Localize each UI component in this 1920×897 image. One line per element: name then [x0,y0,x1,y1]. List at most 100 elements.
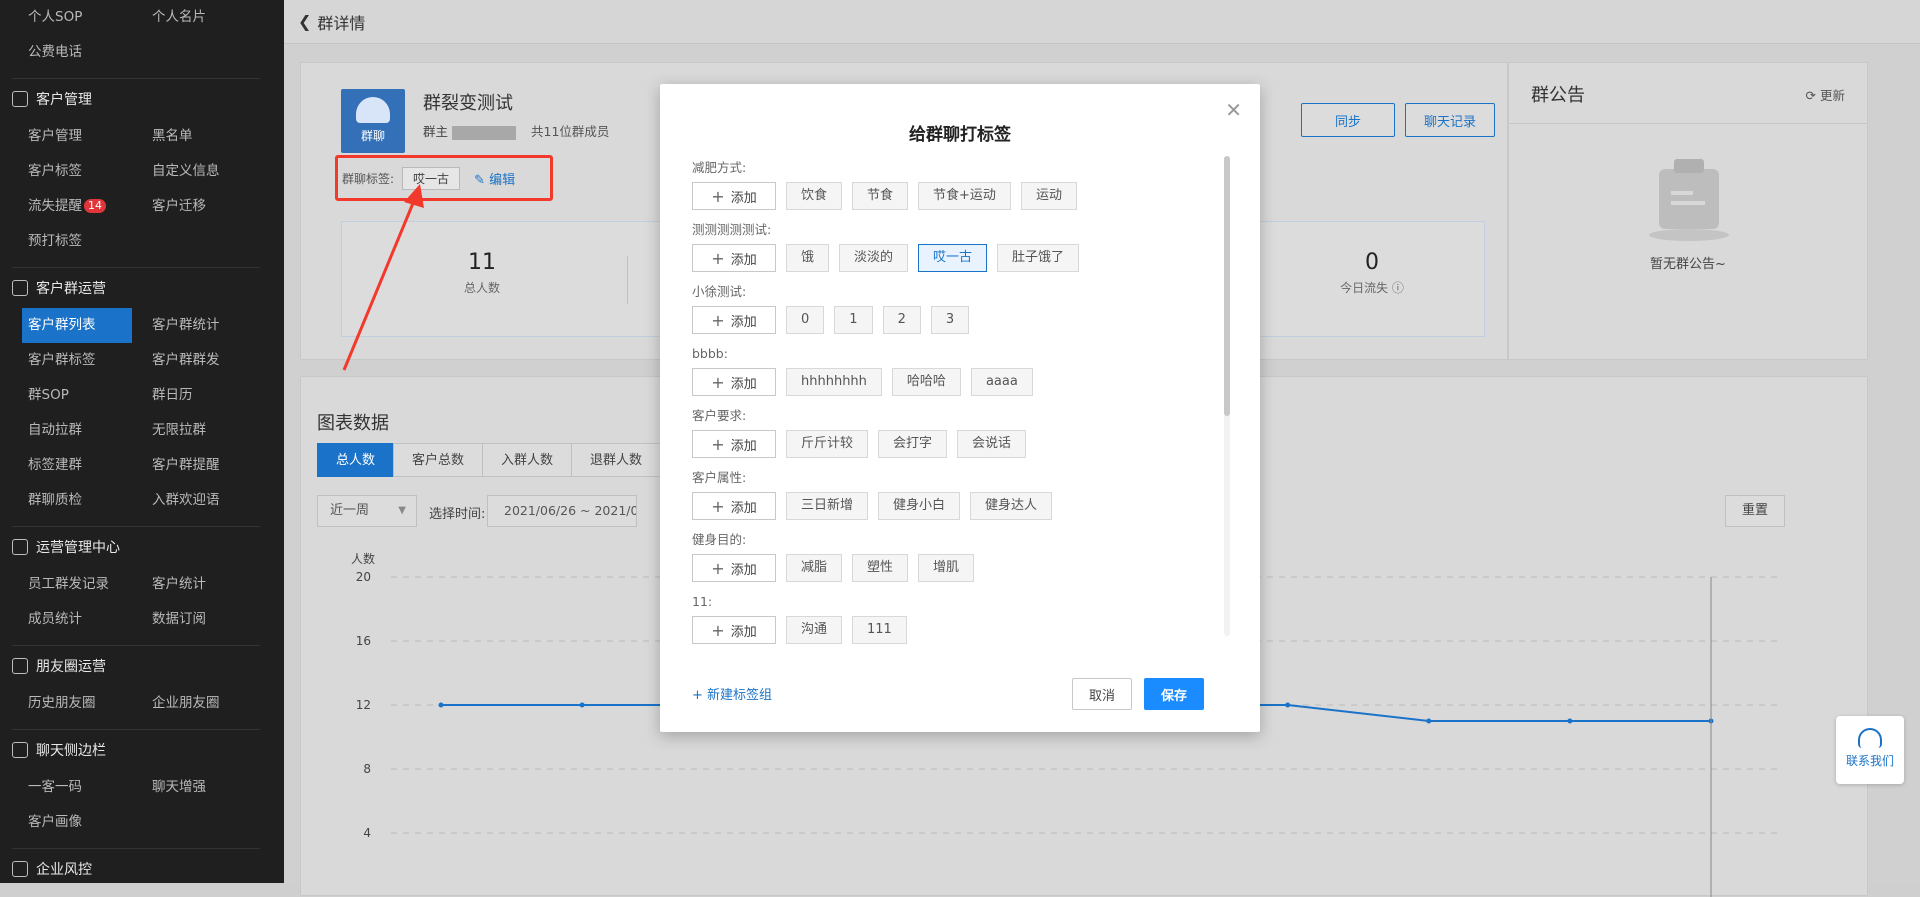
tag-chip[interactable]: 1 [834,306,873,334]
data-point[interactable] [438,702,444,708]
data-point[interactable] [1285,702,1291,708]
sidebar-item[interactable]: 公费电话 [28,35,152,70]
new-tag-group-button[interactable]: + 新建标签组 [692,684,772,703]
sidebar-group-title[interactable]: 客户管理 [0,79,284,119]
add-tag-button[interactable]: + 添加 [692,430,776,458]
sidebar-item[interactable]: 黑名单 [152,119,276,154]
save-button[interactable]: 保存 [1144,678,1204,710]
sidebar-item[interactable]: 自动拉群 [28,413,152,448]
add-tag-button[interactable]: + 添加 [692,492,776,520]
tag-row: + 添加 0 1 2 3 [692,306,1212,334]
sidebar-item[interactable]: 群SOP [28,378,152,413]
sidebar-item[interactable]: 自定义信息 [152,154,276,189]
tag-chip[interactable]: 111 [852,616,907,644]
sidebar-item[interactable]: 群聊质检 [28,483,152,518]
sidebar-group-title[interactable]: 朋友圈运营 [0,646,284,686]
sidebar-item[interactable]: 客户群统计 [152,308,276,343]
edit-tag-button[interactable]: ✎ 编辑 [474,169,515,188]
tag-chip[interactable]: 会说话 [957,430,1027,458]
sidebar-item[interactable]: 客户统计 [152,567,276,602]
sidebar-item[interactable]: 聊天增强 [152,770,276,805]
sidebar-item[interactable]: 客户群标签 [28,343,152,378]
add-tag-button[interactable]: + 添加 [692,368,776,396]
sidebar-item[interactable]: 成员统计 [28,602,152,637]
tag-chip[interactable]: 减脂 [786,554,843,582]
add-tag-button[interactable]: + 添加 [692,244,776,272]
reset-button[interactable]: 重置 [1725,495,1785,527]
tag-chip[interactable]: 哎一古 [918,244,988,272]
tab-left[interactable]: 退群人数 [571,443,662,477]
tag-chip[interactable]: 饮食 [786,182,843,210]
refresh-button[interactable]: ⟳ 更新 [1806,85,1845,104]
sidebar-item[interactable]: 一客一码 [28,770,152,805]
add-tag-button[interactable]: + 添加 [692,616,776,644]
tag-chip[interactable]: 3 [930,306,970,334]
date-range-input[interactable]: 2021/06/26 ~ 2021/0 [487,495,637,527]
sidebar-group-title[interactable]: 客户群运营 [0,268,284,308]
group-tag-row: 群聊标签: 哎一古 ✎ 编辑 [335,155,553,201]
sidebar-item-label: 黑名单 [152,128,193,144]
add-tag-button[interactable]: + 添加 [692,182,776,210]
tag-chip[interactable]: 健身小白 [878,492,961,520]
sidebar-item[interactable]: 个人SOP [28,0,152,35]
sidebar-item[interactable]: 入群欢迎语 [152,483,276,518]
tag-chip[interactable]: 会打字 [878,430,948,458]
sidebar-item[interactable]: 流失提醒 14 [28,189,152,224]
sidebar-item[interactable]: 客户画像 [28,805,152,840]
tag-chip[interactable]: 健身达人 [970,492,1053,520]
data-point[interactable] [1567,718,1573,724]
sidebar-group-title[interactable]: 运营管理中心 [0,527,284,567]
tag-chip[interactable]: 节食+运动 [918,182,1011,210]
sidebar-item[interactable]: 历史朋友圈 [28,686,152,721]
plus-icon: + [711,620,725,640]
range-select[interactable]: 近一周 ▼ [317,495,417,527]
tag-chip[interactable]: 增肌 [918,554,975,582]
data-point[interactable] [1426,718,1432,724]
sync-button[interactable]: 同步 [1301,103,1395,137]
tag-chip[interactable]: 2 [882,306,921,334]
tag-chip[interactable]: 肚子饿了 [997,244,1080,272]
add-tag-button[interactable]: + 添加 [692,306,776,334]
sidebar-item[interactable]: 员工群发记录 [28,567,152,602]
contact-us-button[interactable]: 联系我们 [1836,716,1904,784]
sidebar-item[interactable]: 预打标签 [28,224,152,259]
sidebar-item[interactable]: 客户群列表 [22,308,132,343]
tag-chip[interactable]: 斤斤计较 [786,430,869,458]
sidebar-item[interactable]: 群日历 [152,378,276,413]
sidebar-item[interactable]: 客户标签 [28,154,152,189]
sidebar-item[interactable]: 客户迁移 [152,189,276,224]
data-point[interactable] [579,702,585,708]
sidebar-item[interactable]: 标签建群 [28,448,152,483]
sidebar-item-label: 入群欢迎语 [152,492,220,508]
tag-chip[interactable]: aaaa [970,368,1033,396]
tab-total[interactable]: 总人数 [317,443,395,477]
add-tag-button[interactable]: + 添加 [692,554,776,582]
tag-chip[interactable]: 0 [786,306,825,334]
tag-chip[interactable]: 淡淡的 [839,244,909,272]
tag-chip[interactable]: 塑性 [852,554,909,582]
chat-record-button[interactable]: 聊天记录 [1405,103,1495,137]
help-icon[interactable]: ⓘ [1392,281,1404,295]
sidebar-item[interactable]: 客户管理 [28,119,152,154]
tag-chip[interactable]: 节食 [852,182,909,210]
scrollbar[interactable] [1224,156,1230,416]
sidebar-item[interactable]: 客户群提醒 [152,448,276,483]
sidebar-item[interactable]: 数据订阅 [152,602,276,637]
back-icon[interactable]: ❮ [298,12,311,31]
sidebar-group-title[interactable]: 企业风控 [0,849,284,883]
sidebar-item[interactable]: 企业朋友圈 [152,686,276,721]
tag-chip[interactable]: 三日新增 [786,492,869,520]
cancel-button[interactable]: 取消 [1072,678,1132,710]
tag-chip[interactable]: hhhhhhhh [786,368,882,396]
sidebar-item[interactable]: 无限拉群 [152,413,276,448]
tag-chip[interactable]: 运动 [1020,182,1077,210]
tag-chip[interactable]: 哈哈哈 [891,368,961,396]
sidebar-group-title[interactable]: 聊天侧边栏 [0,730,284,770]
tab-joined[interactable]: 入群人数 [482,443,573,477]
close-icon[interactable]: ✕ [1225,98,1242,122]
sidebar-item[interactable]: 个人名片 [152,0,276,35]
sidebar-item[interactable]: 客户群群发 [152,343,276,378]
tab-customers[interactable]: 客户总数 [393,443,484,477]
tag-chip[interactable]: 饿 [786,244,830,272]
tag-chip[interactable]: 沟通 [786,616,843,644]
